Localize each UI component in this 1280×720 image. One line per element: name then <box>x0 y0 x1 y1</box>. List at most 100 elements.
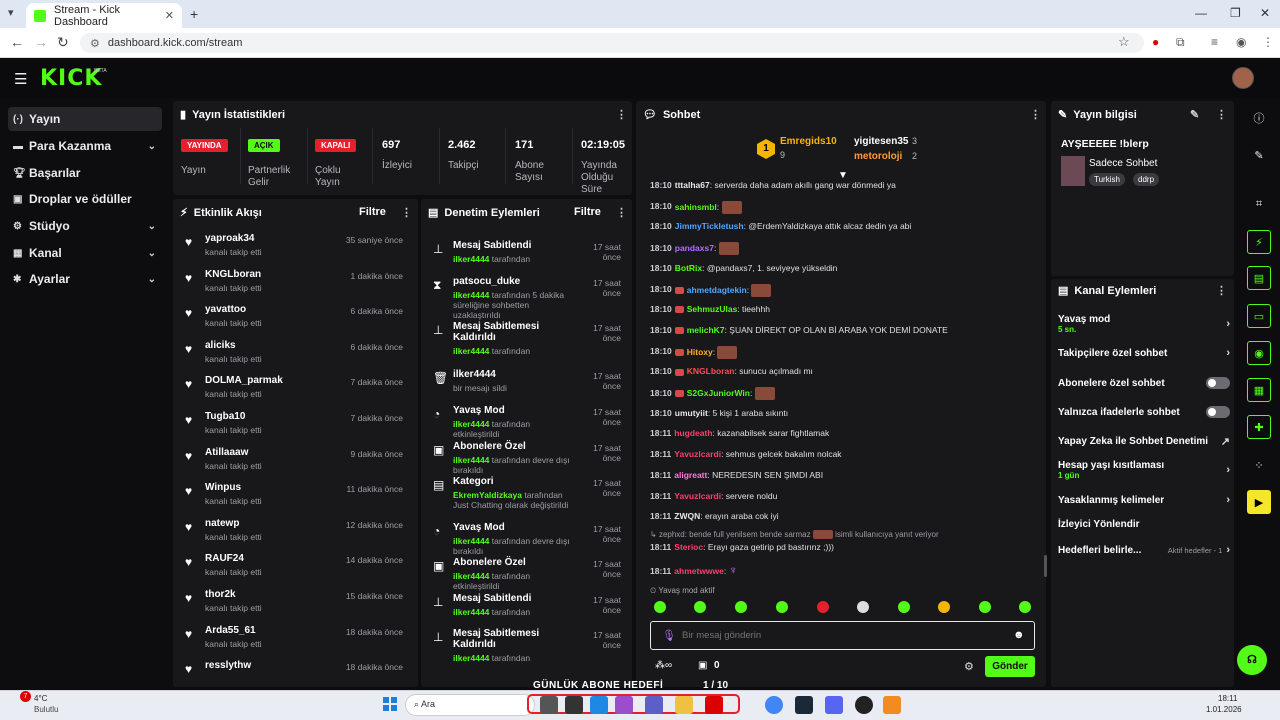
file-explorer-icon[interactable] <box>675 696 693 714</box>
chat-username[interactable]: Yavuzlcardi <box>674 491 721 501</box>
chat-username[interactable]: umutyiit <box>675 408 708 418</box>
back-icon[interactable]: ← <box>10 34 24 50</box>
extensions-icon[interactable]: ⧉ <box>1176 35 1185 50</box>
chat-menu-icon[interactable]: ⋮ <box>1030 108 1041 121</box>
chat-username[interactable]: JimmyTickletush <box>675 221 744 231</box>
avatar[interactable] <box>1232 67 1254 89</box>
list-item[interactable]: ♥ KNGLboran kanalı takip etti 1 dakika önce <box>185 269 413 303</box>
list-item[interactable]: ♥ Arda55_61 kanalı takip etti 18 dakika önc… <box>185 625 413 659</box>
channel-action-item[interactable]: Yapay Zeka ile Sohbet Denetimi ↗ <box>1058 435 1230 448</box>
apps-icon[interactable]: ⁘ <box>1247 453 1271 477</box>
teams-icon[interactable] <box>645 696 663 714</box>
taskbar-app-icon[interactable] <box>540 696 558 714</box>
close-window-icon[interactable]: ✕ <box>1260 6 1270 20</box>
chat-username[interactable]: sahinsmbl <box>675 201 717 211</box>
list-item[interactable]: ⧗ patsocu_duke ilker4444 tarafından 5 daki… <box>433 276 627 320</box>
moderator-name[interactable]: ilker4444 <box>453 290 489 300</box>
chat-username[interactable]: hugdeath <box>674 428 712 438</box>
list-item[interactable]: ♥ yaproak34 kanalı takip etti 35 saniye önc… <box>185 233 413 267</box>
tab-search-icon[interactable]: ≡ <box>1211 35 1218 49</box>
chat-username[interactable]: tttalha67 <box>675 180 710 190</box>
moderation-menu-icon[interactable]: ⋮ <box>616 206 627 219</box>
moderator-name[interactable]: ilker4444 <box>453 455 489 465</box>
sidebar-item-basarilar[interactable]: 🏆︎ Başarılar <box>8 161 162 185</box>
stream-info-menu-icon[interactable]: ⋮ <box>1216 108 1227 121</box>
follower-name[interactable]: thor2k <box>205 589 262 600</box>
list-item[interactable]: ♥ Tugba10 kanalı takip etti 7 dakika önce <box>185 411 413 445</box>
scan-icon[interactable]: ⌗ <box>1247 192 1271 216</box>
document-icon[interactable]: ▤ <box>1247 266 1271 290</box>
steam-icon[interactable] <box>795 696 813 714</box>
list-item[interactable]: ▤ Kategori EkremYaldizkaya tarafından Just… <box>433 476 627 516</box>
reload-icon[interactable]: ↻ <box>57 34 69 51</box>
chat-username[interactable]: Hitoxy <box>687 346 713 356</box>
maximize-icon[interactable]: ❐ <box>1230 6 1241 20</box>
emote-icon[interactable] <box>979 601 991 613</box>
tab-list-icon[interactable]: ▾ <box>8 6 14 19</box>
sidebar-item-yayin[interactable]: (·) Yayın <box>8 107 162 131</box>
taskbar-app-icon[interactable] <box>565 696 583 714</box>
toggle-switch[interactable] <box>1206 406 1230 418</box>
channel-actions-menu-icon[interactable]: ⋮ <box>1216 284 1227 297</box>
chat-username[interactable]: melichK7 <box>687 325 725 335</box>
top-gifter-2[interactable]: yigitesen35 <box>854 136 908 147</box>
list-item[interactable]: ♥ Atillaaaw kanalı takip etti 9 dakika önce <box>185 447 413 481</box>
emote-icon[interactable] <box>694 601 706 613</box>
points-icon[interactable]: ⁂∞ <box>655 660 672 671</box>
list-item[interactable]: ♥ Winpus kanalı takip etti 11 dakika önce <box>185 482 413 516</box>
site-info-icon[interactable]: ⚙ <box>90 37 100 50</box>
category-name[interactable]: Sadece Sohbet <box>1089 158 1157 169</box>
wrench-icon[interactable]: ✚ <box>1247 415 1271 439</box>
chat-username[interactable]: Yavuzlcardi <box>674 449 721 459</box>
channel-action-item[interactable]: İzleyici Yönlendir <box>1058 519 1230 530</box>
windows-start-icon[interactable] <box>383 697 397 711</box>
weather-temp[interactable]: 4°C <box>34 694 47 703</box>
send-button[interactable]: Gönder <box>985 656 1035 677</box>
support-icon[interactable]: ☊ <box>1237 645 1267 675</box>
follower-name[interactable]: KNGLboran <box>205 269 262 280</box>
chrome-icon[interactable] <box>765 696 783 714</box>
browser-menu-icon[interactable]: ⋮ <box>1262 35 1274 49</box>
tag[interactable]: Turkish <box>1089 173 1125 186</box>
emote-icon[interactable] <box>735 601 747 613</box>
edit-icon[interactable]: ✎ <box>1190 108 1199 121</box>
profile-icon[interactable]: ◉ <box>1236 35 1246 49</box>
chat-settings-icon[interactable]: ⚙ <box>964 660 974 673</box>
sidebar-item-droplar[interactable]: ▣ Droplar ve ödüller <box>8 187 162 211</box>
moderator-name[interactable]: ilker4444 <box>453 607 489 617</box>
list-item[interactable]: ♥ thor2k kanalı takip etti 15 dakika önce <box>185 589 413 623</box>
chat-icon[interactable]: ▭ <box>1247 304 1271 328</box>
microphone-icon[interactable]: 🎙︎ <box>662 629 676 642</box>
moderator-name[interactable]: ilker4444 <box>453 419 489 429</box>
emote-icon[interactable] <box>654 601 666 613</box>
tag[interactable]: ddrp <box>1133 173 1160 186</box>
taskbar-search[interactable]: ⌕ Ara <box>405 694 535 716</box>
chat-username[interactable]: BotRix <box>675 263 702 273</box>
follower-name[interactable]: yaproak34 <box>205 233 262 244</box>
follower-name[interactable]: Arda55_61 <box>205 625 262 636</box>
emote-icon[interactable] <box>938 601 950 613</box>
list-item[interactable]: ⊥ Mesaj Sabitlemesi Kaldırıldı ilker4444 t… <box>433 628 627 668</box>
toggle-switch[interactable] <box>1206 377 1230 389</box>
sidebar-item-ayarlar[interactable]: ✱ Ayarlar ⌄ <box>8 267 162 291</box>
follower-name[interactable]: resslythw <box>205 660 251 671</box>
bookmark-star-icon[interactable]: ☆ <box>1118 34 1130 50</box>
list-item[interactable]: ▣ Abonelere Özel ilker4444 tarafından devr… <box>433 441 627 481</box>
bolt-icon[interactable]: ⚡︎ <box>1247 230 1271 254</box>
gift-icon[interactable]: ▣ <box>698 660 707 671</box>
channel-action-item[interactable]: Hesap yaşı kısıtlaması 1 gün › <box>1058 460 1230 480</box>
chat-username[interactable]: aligreatt <box>674 470 707 480</box>
chat-username[interactable]: KNGLboran <box>687 366 735 376</box>
new-tab-button[interactable]: + <box>190 6 198 22</box>
info-icon[interactable]: ⓘ <box>1247 106 1271 130</box>
channel-action-item[interactable]: Abonelere özel sohbet <box>1058 377 1230 389</box>
moderation-filter-button[interactable]: Filtre <box>574 206 601 218</box>
layout-icon[interactable]: ▦ <box>1247 378 1271 402</box>
pencil-icon[interactable]: ✎ <box>1247 143 1271 167</box>
channel-action-item[interactable]: Yasaklanmış kelimeler › <box>1058 494 1230 506</box>
forward-icon[interactable]: → <box>34 34 48 50</box>
list-item[interactable]: ♥ natewp kanalı takip etti 12 dakika önce <box>185 518 413 552</box>
taskbar-app-icon[interactable] <box>883 696 901 714</box>
menu-icon[interactable]: ☰ <box>14 70 27 88</box>
moderator-name[interactable]: ilker4444 <box>453 536 489 546</box>
